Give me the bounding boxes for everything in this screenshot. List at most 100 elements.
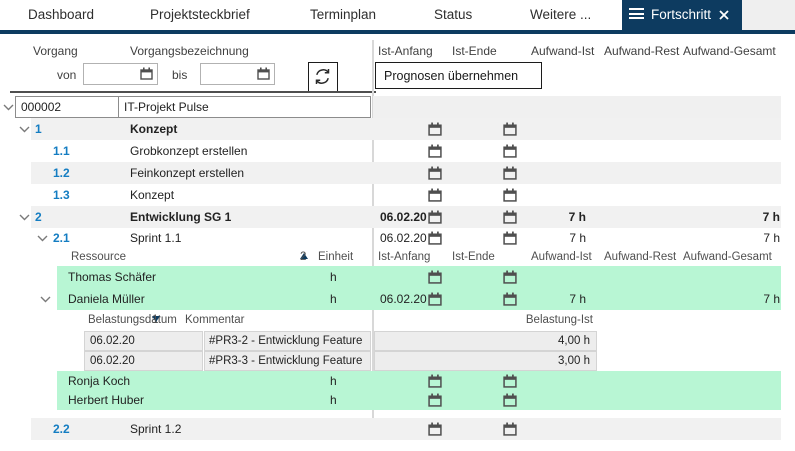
refresh-icon [315,69,330,84]
task-row-1[interactable]: 1 Konzept [0,118,795,140]
calendar-icon[interactable] [503,144,517,158]
task-row-2-2[interactable]: 2.2 Sprint 1.2 [0,418,795,440]
booking-header-kommentar[interactable]: Kommentar [185,310,244,331]
task-label: Konzept [130,188,175,202]
resource-row-thomas-schaefer[interactable]: Thomas Schäfer h [0,266,795,288]
calendar-icon[interactable] [428,422,442,436]
project-id-cell[interactable]: 000002 [16,97,119,117]
resource-header-aufwand-gesamt[interactable]: Aufwand-Gesamt [683,248,772,266]
calendar-icon[interactable] [503,374,517,388]
booking-kommentar-cell: #PR3-2 - Entwicklung Feature 1 - [204,331,371,365]
resource-header-aufwand-rest[interactable]: Aufwand-Rest [604,248,676,266]
column-header-vorgang[interactable]: Vorgang [33,44,78,58]
tab-projektsteckbrief[interactable]: Projektsteckbrief [150,7,250,22]
einheit-value: h [330,374,337,388]
booking-row[interactable]: 06.02.20 #PR3-3 - Entwicklung Feature 2 … [0,351,795,385]
ist-anfang-value: 06.02.20 [380,210,427,224]
resource-header-einheit[interactable]: Einheit [318,248,353,266]
column-header-aufwand-gesamt[interactable]: Aufwand-Gesamt [683,44,776,58]
column-header-ist-ende[interactable]: Ist-Ende [452,44,497,58]
column-header-aufwand-rest[interactable]: Aufwand-Rest [604,44,679,58]
booking-belastung-cell: 4,00 h [374,331,597,351]
task-label: Sprint 1.1 [130,231,182,245]
calendar-icon[interactable] [503,393,517,407]
calendar-icon[interactable] [503,166,517,180]
prognosen-uebernehmen-button[interactable]: Prognosen übernehmen [375,62,542,89]
calendar-icon[interactable] [503,422,517,436]
resource-name: Thomas Schäfer [68,270,157,284]
row-highlight [57,371,781,391]
resource-row-daniela-mueller[interactable]: Daniela Müller h 06.02.20 7 h 7 h [0,288,795,310]
resource-header-ist-anfang[interactable]: Ist-Anfang [378,248,430,266]
project-name-cell[interactable]: IT-Projekt Pulse [120,97,370,117]
sort-order-badge[interactable]: 2 [300,248,308,266]
calendar-icon[interactable] [140,67,153,80]
calendar-icon[interactable] [503,270,517,284]
sort-order-number: 1 [152,314,159,326]
aufwand-gesamt-value: 7 h [763,292,780,306]
resource-header-aufwand-ist[interactable]: Aufwand-Ist [531,248,592,266]
calendar-icon[interactable] [428,292,442,306]
hamburger-menu-icon[interactable] [629,8,644,21]
calendar-icon[interactable] [428,231,442,245]
calendar-icon[interactable] [428,393,442,407]
resource-row-ronja-koch[interactable]: Ronja Koch h [0,371,795,391]
project-cell-box: 000002 IT-Projekt Pulse [15,96,371,118]
column-header-aufwand-ist[interactable]: Aufwand-Ist [531,44,594,58]
tab-dashboard[interactable]: Dashboard [28,7,94,22]
calendar-icon[interactable] [428,270,442,284]
refresh-button[interactable] [308,62,338,92]
booking-kommentar-cell: #PR3-3 - Entwicklung Feature 2 - [204,351,371,385]
calendar-icon[interactable] [428,210,442,224]
aufwand-ist-value: 7 h [569,231,586,245]
task-row-2[interactable]: 2 Entwicklung SG 1 06.02.20 7 h 7 h [0,206,795,228]
fortschritt-view: Dashboard Projektsteckbrief Terminplan S… [0,0,795,451]
project-row[interactable]: 000002 IT-Projekt Pulse [0,96,795,118]
resource-name: Daniela Müller [68,292,145,306]
tab-fortschritt-active[interactable]: Fortschritt [622,0,742,30]
aufwand-gesamt-value: 7 h [762,210,780,224]
chevron-down-icon[interactable] [19,126,30,133]
chevron-down-icon[interactable] [3,104,14,111]
tab-terminplan[interactable]: Terminplan [310,7,376,22]
tabbar-filler [742,0,795,30]
tabbar-underline [0,30,795,34]
column-header-ist-anfang[interactable]: Ist-Anfang [378,44,433,58]
task-row-1-1[interactable]: 1.1 Grobkonzept erstellen [0,140,795,162]
chevron-down-icon[interactable] [19,214,30,221]
active-tab-label: Fortschritt [651,7,712,22]
einheit-value: h [330,270,337,284]
chevron-down-icon[interactable] [40,296,51,303]
calendar-icon[interactable] [503,122,517,136]
booking-row[interactable]: 06.02.20 #PR3-2 - Entwicklung Feature 1 … [0,331,795,365]
calendar-icon[interactable] [428,144,442,158]
task-label: Feinkonzept erstellen [130,166,245,180]
tab-status[interactable]: Status [434,7,472,22]
task-row-1-2[interactable]: 1.2 Feinkonzept erstellen [0,162,795,184]
resource-row-herbert-huber[interactable]: Herbert Huber h [0,391,795,410]
column-header-bezeichnung[interactable]: Vorgangsbezeichnung [130,44,249,58]
calendar-icon[interactable] [503,188,517,202]
calendar-icon[interactable] [257,67,270,80]
close-icon[interactable] [718,9,730,21]
task-label: Sprint 1.2 [130,422,182,436]
resource-name: Ronja Koch [68,374,131,388]
resource-name: Herbert Huber [68,393,145,407]
ist-anfang-value: 06.02.20 [380,231,427,245]
resource-header-ist-ende[interactable]: Ist-Ende [452,248,495,266]
booking-header-datum[interactable]: Belastungsdatum [88,310,177,331]
resource-header-ressource[interactable]: Ressource [71,248,126,266]
task-number: 2.2 [53,422,70,436]
chevron-down-icon[interactable] [37,235,48,242]
calendar-icon[interactable] [428,166,442,180]
booking-header-belastung-ist[interactable]: Belastung-Ist [480,310,593,331]
calendar-icon[interactable] [428,188,442,202]
ist-anfang-value: 06.02.20 [380,292,427,306]
sort-order-badge[interactable]: 1 [152,310,160,331]
calendar-icon[interactable] [428,122,442,136]
task-label: Entwicklung SG 1 [130,210,232,224]
calendar-icon[interactable] [428,374,442,388]
task-row-1-3[interactable]: 1.3 Konzept [0,184,795,206]
task-row-2-1[interactable]: 2.1 Sprint 1.1 06.02.20 7 h 7 h [0,228,795,248]
tab-weitere[interactable]: Weitere ... [530,7,591,22]
